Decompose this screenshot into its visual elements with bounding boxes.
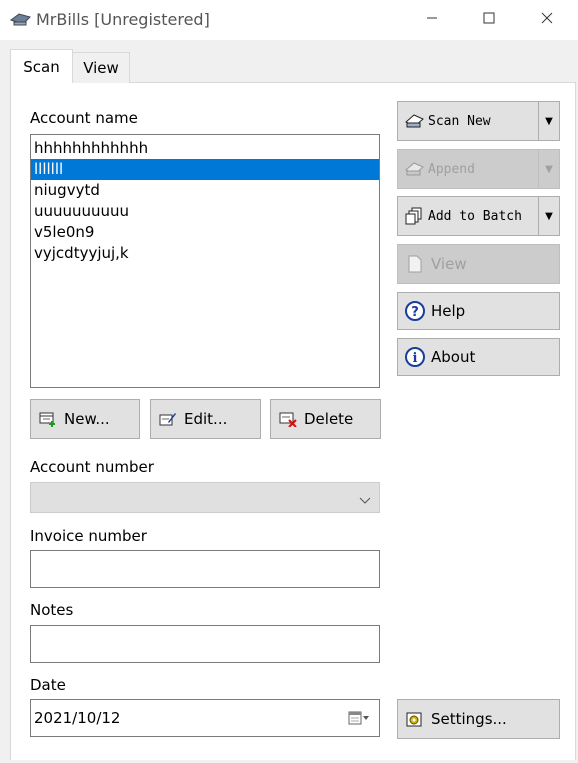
minimize-button[interactable] — [403, 0, 461, 40]
list-item[interactable]: v5le0n9 — [31, 222, 379, 243]
minimize-icon — [426, 11, 438, 29]
document-icon — [405, 255, 425, 273]
invoice-number-field[interactable] — [30, 550, 380, 588]
delete-account-button[interactable]: Delete — [270, 399, 381, 439]
append-dropdown-arrow[interactable]: ▼ — [538, 150, 559, 188]
help-icon: ? — [405, 301, 425, 321]
scan-icon — [404, 112, 424, 130]
new-account-button[interactable]: New... — [30, 399, 140, 439]
delete-account-icon — [278, 410, 298, 428]
maximize-icon — [483, 11, 495, 29]
tab-scan[interactable]: Scan — [10, 49, 73, 83]
batch-icon — [404, 207, 424, 225]
help-label: Help — [431, 302, 466, 320]
settings-label: Settings... — [431, 710, 507, 728]
date-label: Date — [30, 676, 66, 694]
add-to-batch-button[interactable]: Add to Batch ▼ — [397, 196, 560, 236]
edit-account-button[interactable]: Edit... — [150, 399, 261, 439]
delete-account-label: Delete — [304, 410, 354, 428]
window-frame-left — [0, 82, 10, 763]
account-number-label: Account number — [30, 458, 154, 476]
edit-account-label: Edit... — [184, 410, 228, 428]
chevron-down-icon — [359, 492, 371, 509]
account-name-list[interactable]: hhhhhhhhhhhh lllllll niugvytd uuuuuuuuuu… — [30, 134, 380, 388]
list-item[interactable]: niugvytd — [31, 180, 379, 201]
maximize-button[interactable] — [460, 0, 518, 40]
svg-text:i: i — [413, 351, 418, 366]
edit-account-icon — [158, 410, 178, 428]
window-title: MrBills [Unregistered] — [36, 10, 210, 29]
scanner-icon — [9, 11, 32, 27]
scan-new-button[interactable]: Scan New ▼ — [397, 101, 560, 141]
add-to-batch-label: Add to Batch — [428, 208, 522, 224]
notes-field[interactable] — [30, 625, 380, 663]
invoice-number-label: Invoice number — [30, 527, 147, 545]
calendar-dropdown-icon[interactable] — [348, 710, 370, 730]
info-icon: i — [405, 347, 425, 367]
list-item[interactable]: hhhhhhhhhhhh — [31, 138, 379, 159]
view-label: View — [431, 255, 467, 273]
about-button[interactable]: i About — [397, 338, 560, 376]
view-button[interactable]: View — [397, 244, 560, 284]
help-button[interactable]: ? Help — [397, 292, 560, 330]
append-icon — [404, 160, 424, 178]
list-item-selected[interactable]: lllllll — [31, 159, 379, 180]
tab-view[interactable]: View — [72, 52, 130, 83]
new-account-label: New... — [64, 410, 110, 428]
account-name-label: Account name — [30, 109, 138, 127]
scan-new-label: Scan New — [428, 113, 491, 129]
new-account-icon — [38, 410, 58, 428]
date-picker[interactable]: 2021/10/12 — [30, 699, 380, 737]
list-item[interactable]: uuuuuuuuuu — [31, 201, 379, 222]
svg-text:?: ? — [411, 305, 419, 320]
append-button[interactable]: Append ▼ — [397, 149, 560, 189]
scan-new-dropdown-arrow[interactable]: ▼ — [538, 102, 559, 140]
date-value: 2021/10/12 — [34, 709, 121, 727]
account-number-select[interactable] — [30, 482, 380, 513]
add-to-batch-dropdown-arrow[interactable]: ▼ — [538, 197, 559, 235]
about-label: About — [431, 348, 476, 366]
notes-label: Notes — [30, 601, 74, 619]
settings-icon — [405, 710, 425, 728]
close-icon — [541, 11, 553, 29]
list-item[interactable]: vyjcdtyyjuj,k — [31, 243, 379, 264]
append-label: Append — [428, 161, 475, 177]
close-button[interactable] — [518, 0, 576, 40]
settings-button[interactable]: Settings... — [397, 699, 560, 739]
